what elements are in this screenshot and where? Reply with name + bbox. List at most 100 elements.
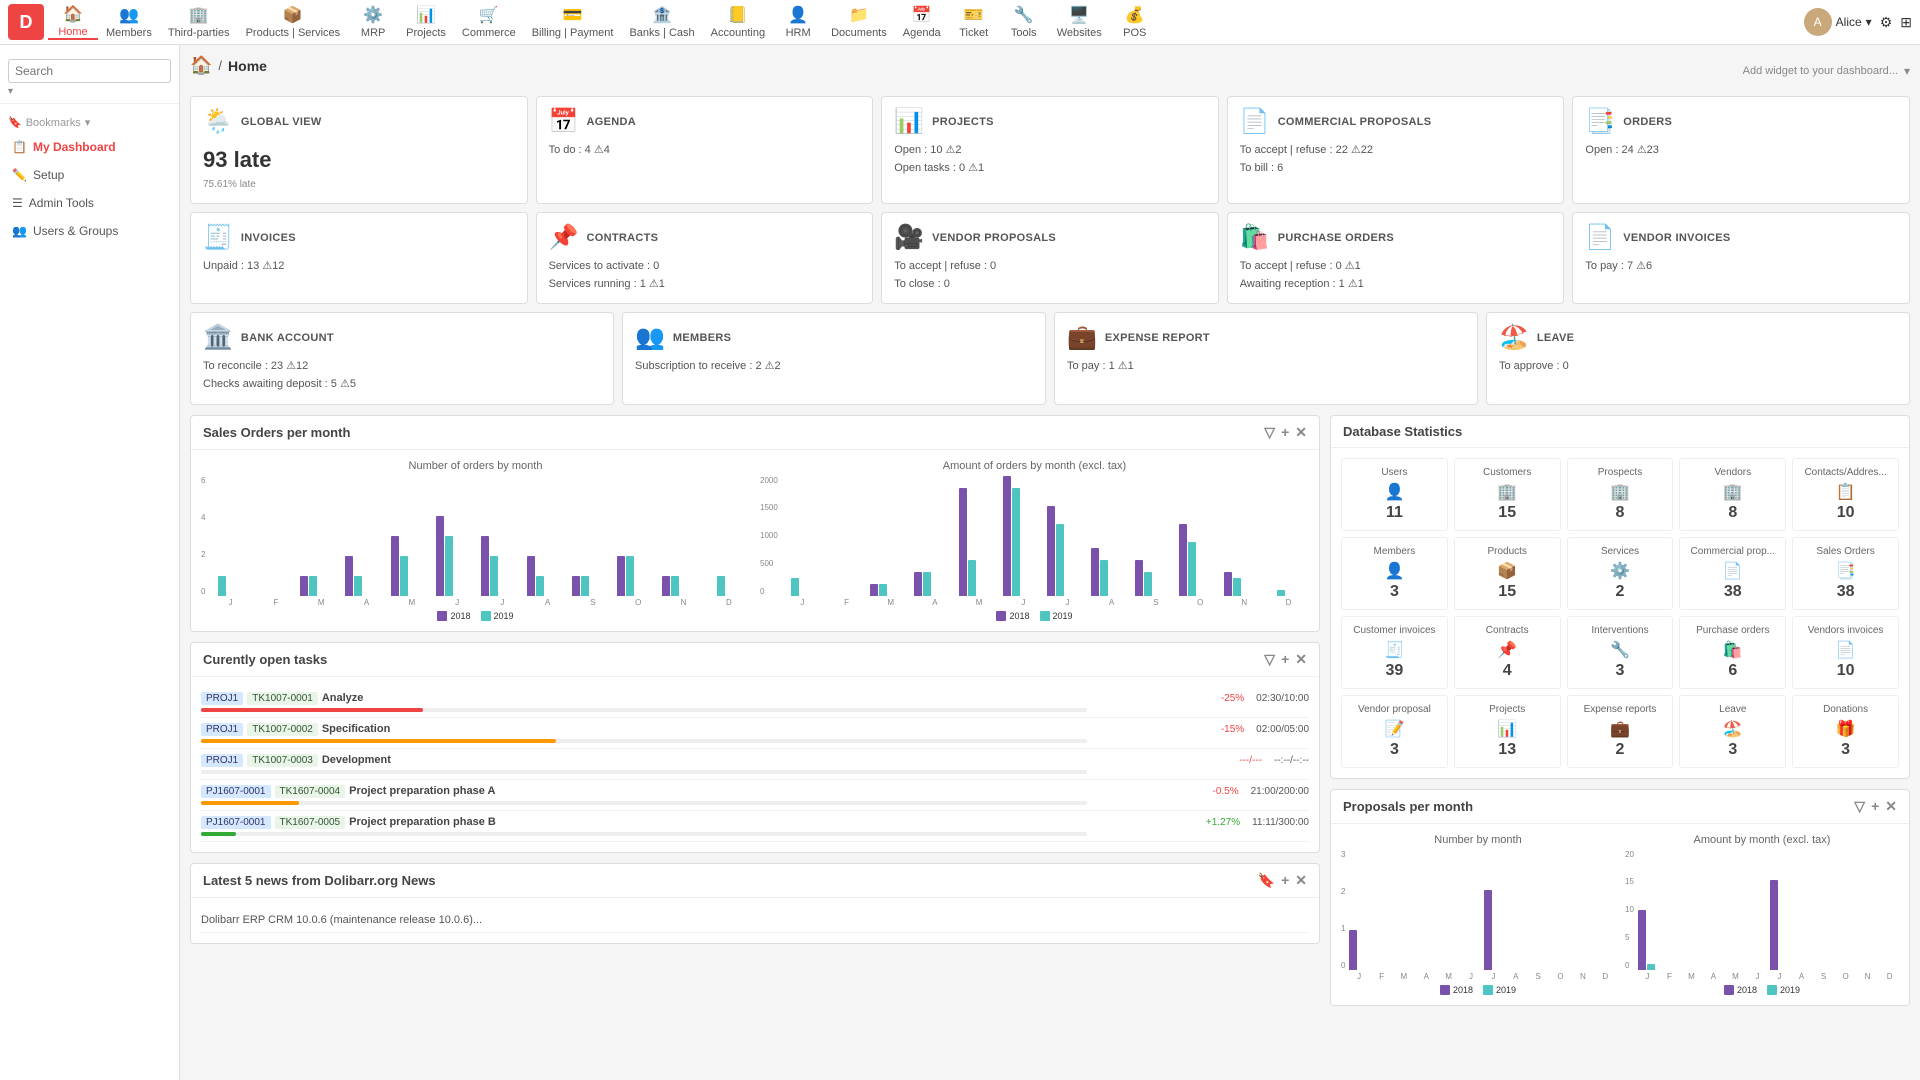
db-stats-body: Users 👤 11 Customers 🏢 15 Prospects 🏢 8 …: [1331, 448, 1909, 778]
filter-icon[interactable]: ▽: [1264, 424, 1275, 441]
stat-cell-sales-orders[interactable]: Sales Orders 📑 38: [1792, 537, 1899, 610]
stat-cell-commercial-prop...[interactable]: Commercial prop... 📄 38: [1679, 537, 1786, 610]
nav-item-commerce[interactable]: 🛒Commerce: [454, 5, 524, 39]
stat-cell-contracts[interactable]: Contracts 📌 4: [1454, 616, 1561, 689]
nav-item-documents[interactable]: 📁Documents: [823, 5, 895, 39]
bar-group: [662, 576, 704, 596]
close-icon[interactable]: ✕: [1885, 798, 1897, 815]
bar-2019: [1144, 572, 1152, 596]
add-widget-button[interactable]: Add widget to your dashboard...: [1743, 65, 1898, 77]
apps-icon[interactable]: ⊞: [1900, 14, 1912, 31]
x-label: O: [1179, 598, 1220, 607]
card-vendor-invoices[interactable]: 📄 VENDOR INVOICES To pay : 7 ⚠6: [1572, 212, 1910, 304]
nav-item-accounting[interactable]: 📒Accounting: [703, 5, 773, 39]
task-row[interactable]: PJ1607-0001 TK1607-0005 Project preparat…: [201, 811, 1309, 842]
card-members[interactable]: 👥 MEMBERS Subscription to receive : 2 ⚠2: [622, 312, 1046, 404]
home-breadcrumb-icon[interactable]: 🏠: [190, 55, 212, 76]
user-menu[interactable]: A Alice ▾: [1804, 8, 1872, 36]
card-agenda[interactable]: 📅 AGENDA To do : 4 ⚠4: [536, 96, 874, 204]
stat-cell-leave[interactable]: Leave 🏖️ 3: [1679, 695, 1786, 768]
card-icon-purchase-orders: 🛍️: [1240, 223, 1270, 252]
card-contracts[interactable]: 📌 CONTRACTS Services to activate : 0Serv…: [536, 212, 874, 304]
prop-legend-2018: 2018: [1440, 985, 1473, 995]
sidebar-item-users-groups[interactable]: 👥Users & Groups: [0, 217, 179, 245]
nav-item-billing[interactable]: 💳Billing | Payment: [524, 5, 622, 39]
stat-cell-interventions[interactable]: Interventions 🔧 3: [1567, 616, 1674, 689]
add-icon[interactable]: +: [1281, 651, 1289, 668]
task-row[interactable]: PJ1607-0001 TK1607-0004 Project preparat…: [201, 780, 1309, 811]
card-commercial-proposals[interactable]: 📄 COMMERCIAL PROPOSALS To accept | refus…: [1227, 96, 1565, 204]
card-global-view[interactable]: 🌦️ GLOBAL VIEW 93 late75.61% late: [190, 96, 528, 204]
stat-cell-contacts/addres...[interactable]: Contacts/Addres... 📋 10: [1792, 458, 1899, 531]
card-purchase-orders[interactable]: 🛍️ PURCHASE ORDERS To accept | refuse : …: [1227, 212, 1565, 304]
search-input[interactable]: [8, 59, 171, 83]
sidebar-item-setup[interactable]: ✏️Setup: [0, 161, 179, 189]
task-row[interactable]: PROJ1 TK1007-0001 Analyze -25% 02:30/10:…: [201, 687, 1309, 718]
nav-item-projects[interactable]: 📊Projects: [398, 5, 454, 39]
add-icon[interactable]: +: [1281, 872, 1289, 889]
card-invoices[interactable]: 🧾 INVOICES Unpaid : 13 ⚠12: [190, 212, 528, 304]
add-icon[interactable]: +: [1281, 424, 1289, 441]
stat-cell-members[interactable]: Members 👤 3: [1341, 537, 1448, 610]
stat-icon: 🎁: [1801, 719, 1890, 739]
sidebar-item-my-dashboard[interactable]: 📋My Dashboard: [0, 133, 179, 161]
nav-item-agenda[interactable]: 📅Agenda: [895, 5, 949, 39]
stat-cell-vendor-proposal[interactable]: Vendor proposal 📝 3: [1341, 695, 1448, 768]
stat-number: 13: [1463, 741, 1552, 759]
card-expense-report[interactable]: 💼 EXPENSE REPORT To pay : 1 ⚠1: [1054, 312, 1478, 404]
filter-icon[interactable]: ▽: [1264, 651, 1275, 668]
sidebar-item-admin-tools[interactable]: ☰Admin Tools: [0, 189, 179, 217]
news-item[interactable]: Dolibarr ERP CRM 10.0.6 (maintenance rel…: [201, 908, 1309, 933]
app-logo[interactable]: D: [8, 4, 44, 40]
stat-cell-prospects[interactable]: Prospects 🏢 8: [1567, 458, 1674, 531]
bookmark-icon[interactable]: 🔖: [1258, 872, 1275, 889]
count-chart-inner: JFMAMJJASOND: [209, 476, 750, 607]
nav-item-members[interactable]: 👥Members: [98, 5, 160, 39]
nav-item-mrp[interactable]: ⚙️MRP: [348, 5, 398, 39]
stat-cell-donations[interactable]: Donations 🎁 3: [1792, 695, 1899, 768]
x-label: J: [1003, 598, 1044, 607]
add-icon[interactable]: +: [1871, 798, 1879, 815]
card-orders[interactable]: 📑 ORDERS Open : 24 ⚠23: [1572, 96, 1910, 204]
close-icon[interactable]: ✕: [1295, 424, 1307, 441]
stat-cell-purchase-orders[interactable]: Purchase orders 🛍️ 6: [1679, 616, 1786, 689]
sales-orders-panel-header: Sales Orders per month ▽ + ✕: [191, 416, 1319, 450]
settings-icon[interactable]: ⚙: [1880, 14, 1893, 31]
task-row[interactable]: PROJ1 TK1007-0002 Specification -15% 02:…: [201, 718, 1309, 749]
stat-cell-projects[interactable]: Projects 📊 13: [1454, 695, 1561, 768]
card-bank-account[interactable]: 🏛️ BANK ACCOUNT To reconcile : 23 ⚠12Che…: [190, 312, 614, 404]
nav-item-websites[interactable]: 🖥️Websites: [1049, 5, 1110, 39]
bar-group: [481, 536, 523, 596]
card-vendor-proposals[interactable]: 🎥 VENDOR PROPOSALS To accept | refuse : …: [881, 212, 1219, 304]
nav-item-products-services[interactable]: 📦Products | Services: [238, 5, 349, 39]
nav-item-ticket[interactable]: 🎫Ticket: [949, 5, 999, 39]
nav-item-tools[interactable]: 🔧Tools: [999, 5, 1049, 39]
nav-item-hrm[interactable]: 👤HRM: [773, 5, 823, 39]
stat-cell-products[interactable]: Products 📦 15: [1454, 537, 1561, 610]
nav-item-third-parties[interactable]: 🏢Third-parties: [160, 5, 238, 39]
stat-number: 15: [1463, 504, 1552, 522]
stat-cell-customer-invoices[interactable]: Customer invoices 🧾 39: [1341, 616, 1448, 689]
close-icon[interactable]: ✕: [1295, 872, 1307, 889]
amount-legend-2018: 2018: [996, 611, 1029, 621]
x-label: A: [1091, 598, 1132, 607]
stat-icon: 📝: [1350, 719, 1439, 739]
bar-2019: [1188, 542, 1196, 596]
card-leave[interactable]: 🏖️ LEAVE To approve : 0: [1486, 312, 1910, 404]
stat-cell-customers[interactable]: Customers 🏢 15: [1454, 458, 1561, 531]
nav-item-pos[interactable]: 💰POS: [1110, 5, 1160, 39]
stat-cell-vendors-invoices[interactable]: Vendors invoices 📄 10: [1792, 616, 1899, 689]
bookmarks-section[interactable]: 🔖 Bookmarks ▾: [0, 112, 179, 133]
nav-item-banks[interactable]: 🏦Banks | Cash: [621, 5, 702, 39]
nav-item-home[interactable]: 🏠Home: [48, 4, 98, 40]
stat-cell-users[interactable]: Users 👤 11: [1341, 458, 1448, 531]
stat-cell-vendors[interactable]: Vendors 🏢 8: [1679, 458, 1786, 531]
close-icon[interactable]: ✕: [1295, 651, 1307, 668]
stat-label: Vendors invoices: [1801, 625, 1890, 636]
filter-icon[interactable]: ▽: [1854, 798, 1865, 815]
stat-cell-services[interactable]: Services ⚙️ 2: [1567, 537, 1674, 610]
stat-label: Customer invoices: [1350, 625, 1439, 636]
card-projects[interactable]: 📊 PROJECTS Open : 10 ⚠2Open tasks : 0 ⚠1: [881, 96, 1219, 204]
stat-cell-expense-reports[interactable]: Expense reports 💼 2: [1567, 695, 1674, 768]
task-row[interactable]: PROJ1 TK1007-0003 Development ---/--- --…: [201, 749, 1309, 780]
